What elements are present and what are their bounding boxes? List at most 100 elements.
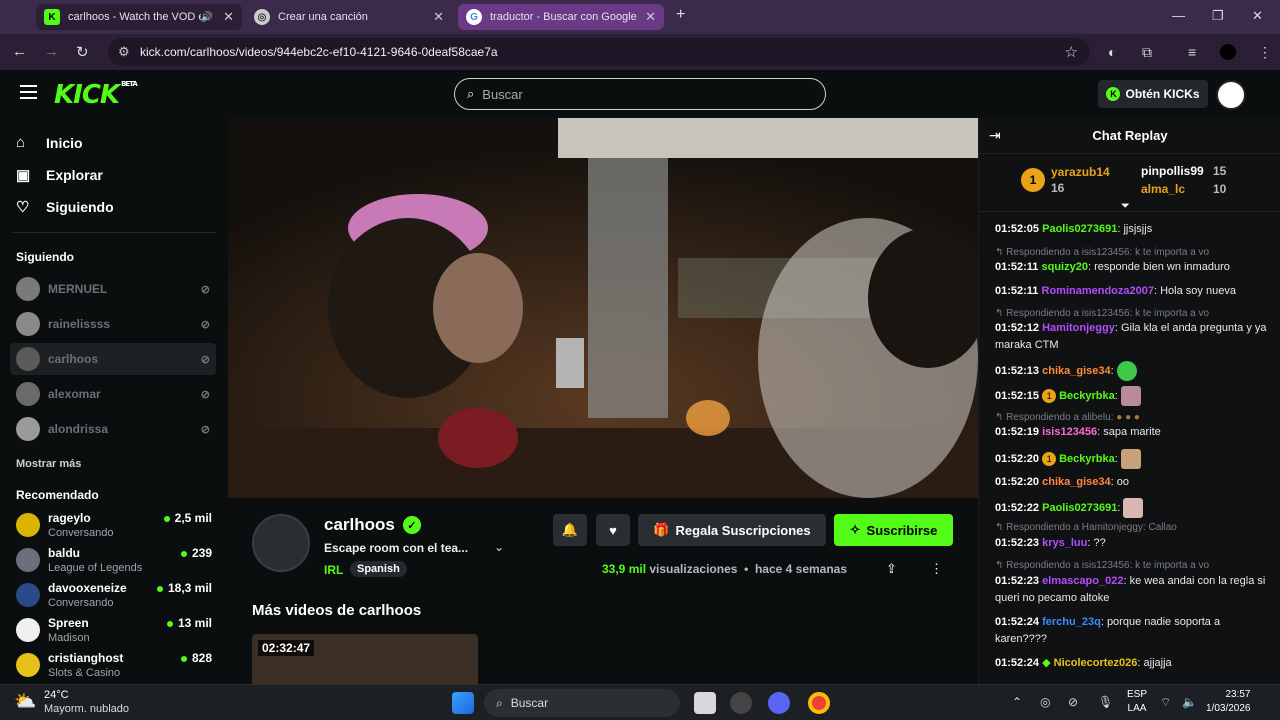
timestamp: 01:52:05	[995, 223, 1040, 235]
minimize-icon[interactable]: —	[1172, 8, 1185, 23]
chat-username[interactable]: krys_luu	[1042, 537, 1087, 549]
chat-username[interactable]: Hamitonjeggy	[1042, 322, 1115, 334]
recommended-item[interactable]: rageylo Conversando 2,5 mil	[16, 509, 216, 543]
maximize-icon[interactable]: ❐	[1212, 8, 1224, 24]
avatar	[16, 513, 40, 537]
incognito-extension-icon[interactable]: ◐	[1108, 44, 1116, 60]
url-field[interactable]: ⚙ kick.com/carlhoos/videos/944ebc2c-ef10…	[108, 38, 1090, 66]
menu-kebab-icon[interactable]: ⋮	[1258, 44, 1272, 61]
tray-mic-icon[interactable]: 🎙	[1098, 695, 1113, 709]
chat-username[interactable]: ferchu_23q	[1042, 616, 1101, 628]
get-kicks-button[interactable]: K Obtén KICKs	[1098, 80, 1208, 108]
tray-app-icon[interactable]: ◎	[1040, 695, 1050, 709]
openai-favicon-icon: ◎	[254, 9, 270, 25]
following-item[interactable]: carlhoos ⊘	[10, 343, 216, 375]
chat-username[interactable]: Paolis0273691	[1042, 223, 1117, 235]
taskbar-search[interactable]: ⌕ Buscar	[484, 689, 680, 717]
chat-username[interactable]: Beckyrbka	[1059, 390, 1115, 402]
following-item[interactable]: alondrissa ⊘	[10, 413, 216, 445]
chat-username[interactable]: Paolis0273691	[1042, 502, 1117, 514]
discord-icon[interactable]	[768, 692, 790, 714]
subscribe-button[interactable]: ✧ Suscribirse	[834, 514, 953, 546]
nav-explorar[interactable]: ▣ Explorar	[16, 166, 103, 184]
channel-avatar[interactable]	[252, 514, 310, 572]
emote-icon	[1123, 498, 1144, 518]
avatar	[16, 417, 40, 441]
viewer-count: 828	[180, 651, 212, 665]
tray-expand-icon[interactable]: ⌃	[1012, 695, 1022, 709]
leader-name[interactable]: pinpollis99	[1141, 164, 1204, 178]
tray-network-off-icon[interactable]: ⊘	[1068, 695, 1078, 709]
tab-crear-cancion[interactable]: ◎ Crear una canción ✕	[246, 4, 452, 30]
heart-icon: ♡	[16, 199, 30, 216]
wifi-icon[interactable]: ⌔	[1160, 695, 1171, 710]
back-icon[interactable]: ←	[12, 43, 27, 60]
close-tab-icon[interactable]: ✕	[223, 9, 234, 25]
system-clock[interactable]: 23:57 1/03/2026	[1206, 688, 1251, 716]
reload-icon[interactable]: ↻	[76, 43, 89, 61]
following-item[interactable]: MERNUEL ⊘	[10, 273, 216, 305]
site-info-icon[interactable]: ⚙	[118, 44, 130, 60]
category-link[interactable]: IRL	[324, 563, 343, 577]
following-item[interactable]: rainelissss ⊘	[10, 308, 216, 340]
search-input[interactable]: ⌕ Buscar	[454, 78, 826, 110]
close-tab-icon[interactable]: ✕	[645, 9, 656, 25]
offline-icon: ⊘	[200, 283, 210, 296]
expand-leaderboard-icon[interactable]: ⏷	[1121, 200, 1130, 213]
nav-inicio[interactable]: ⌂ Inicio	[16, 134, 83, 151]
notification-bell-button[interactable]: 🔔	[553, 514, 587, 546]
more-options-icon[interactable]: ⋮	[930, 561, 943, 577]
nav-siguiendo[interactable]: ♡ Siguiendo	[16, 198, 114, 216]
close-tab-icon[interactable]: ✕	[433, 9, 444, 25]
show-more-link[interactable]: Mostrar más	[16, 458, 81, 470]
share-icon[interactable]: ⇪	[886, 561, 897, 577]
recommended-item[interactable]: cristianghost Slots & Casino 828	[16, 649, 216, 683]
recommended-item[interactable]: Spreen Madison 13 mil	[16, 614, 216, 648]
profile-avatar-icon[interactable]	[1220, 44, 1236, 60]
separator: •	[744, 562, 749, 576]
user-avatar[interactable]	[1216, 80, 1246, 110]
hamburger-menu-icon[interactable]	[20, 85, 37, 99]
gift-leaderboard: 1 yarazub14 16 pinpollis99 15 alma_lc 10…	[979, 154, 1280, 212]
gift-subs-button[interactable]: 🎁 Regala Suscripciones	[638, 514, 826, 546]
channel-name[interactable]: carlhoos ✓	[324, 515, 421, 535]
chat-username[interactable]: elmascapo_022	[1042, 575, 1123, 587]
chat-username[interactable]: chika_gise34	[1042, 365, 1111, 377]
media-control-icon[interactable]: ≡	[1188, 44, 1196, 60]
recommended-item[interactable]: davooxeneize Conversando 18,3 mil	[16, 579, 216, 613]
kick-logo[interactable]: KICK BETA	[54, 80, 138, 110]
chat-username[interactable]: squizy20	[1042, 261, 1088, 273]
chevron-down-icon[interactable]: ⌄	[494, 540, 504, 554]
video-thumbnail[interactable]: 02:32:47	[252, 634, 478, 684]
chat-username[interactable]: Beckyrbka	[1059, 453, 1115, 465]
tab-carlhoos[interactable]: K carlhoos - Watch the VOD e 🔊 ✕	[36, 4, 242, 30]
chat-username[interactable]: isis123456	[1042, 426, 1097, 438]
recommended-item[interactable]: baldu League of Legends 239	[16, 544, 216, 578]
video-player[interactable]	[228, 118, 978, 498]
task-view-icon[interactable]	[694, 692, 716, 714]
chat-username[interactable]: Nicolecortez026	[1054, 657, 1138, 669]
following-item[interactable]: alexomar ⊘	[10, 378, 216, 410]
app-icon[interactable]	[730, 692, 752, 714]
extensions-icon[interactable]: ⧉	[1142, 44, 1152, 61]
url-text: kick.com/carlhoos/videos/944ebc2c-ef10-4…	[140, 45, 498, 59]
follow-heart-button[interactable]: ♥	[596, 514, 630, 546]
leader-name[interactable]: yarazub14	[1051, 165, 1110, 179]
forward-icon[interactable]: →	[44, 43, 59, 60]
chat-username[interactable]: Rominamendoza2007	[1042, 285, 1154, 297]
viewer-count-value: 13 mil	[177, 616, 212, 630]
close-window-icon[interactable]: ✕	[1252, 8, 1263, 24]
volume-icon[interactable]: 🔈	[1182, 695, 1197, 709]
tab-traductor[interactable]: G traductor - Buscar con Google ✕	[458, 4, 664, 30]
new-tab-icon[interactable]: +	[676, 6, 685, 24]
chat-message: 01:52:20 chika_gise34: oo	[995, 476, 1129, 488]
language-tag[interactable]: Spanish	[350, 561, 407, 577]
bookmark-star-icon[interactable]: ☆	[1065, 43, 1078, 61]
viewer-count: 13 mil	[166, 616, 212, 630]
speaker-icon[interactable]: 🔊	[201, 12, 213, 23]
chat-username[interactable]: chika_gise34	[1042, 476, 1111, 488]
leader-name[interactable]: alma_lc	[1141, 182, 1185, 196]
chrome-icon[interactable]	[808, 692, 830, 714]
language-indicator[interactable]: ESP LAA	[1127, 688, 1147, 716]
windows-start-icon[interactable]	[452, 692, 474, 714]
